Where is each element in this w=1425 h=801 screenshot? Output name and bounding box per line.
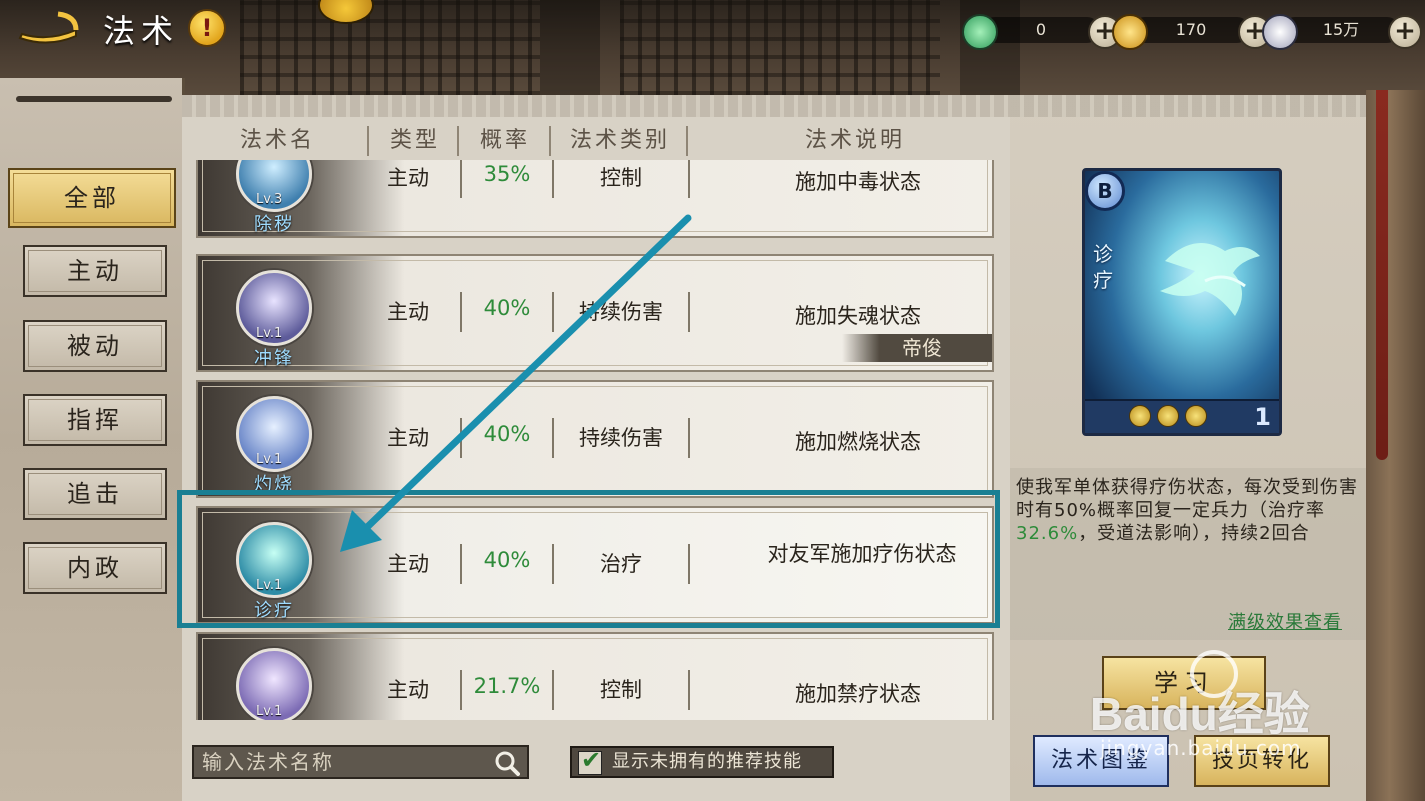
star-gem-icon — [1129, 405, 1151, 427]
pillar — [960, 0, 1020, 100]
pillar — [540, 0, 600, 100]
star-gem-icon — [1157, 405, 1179, 427]
column-header-category: 法术类别 — [570, 128, 671, 153]
back-button[interactable] — [18, 8, 80, 44]
description-text: 使我军单体获得疗伤状态，每次受到伤害时有50%概率回复一定兵力（治疗率 — [1016, 477, 1358, 521]
fret-border — [182, 95, 1010, 117]
cell-divider — [460, 292, 462, 332]
back-arrow-icon — [18, 11, 79, 44]
spell-type: 主动 — [387, 300, 429, 324]
spell-description: 施加中毒状态 — [795, 170, 921, 194]
spell-category: 持续伤害 — [579, 426, 663, 450]
spell-row[interactable]: Lv.1 冲锋 主动 40% 持续伤害 施加失魂状态 帝俊 — [196, 254, 994, 372]
spell-type: 主动 — [387, 166, 429, 190]
fret-border — [1010, 95, 1366, 117]
spell-rate: 21.7% — [473, 674, 541, 698]
silver-coin-icon — [1262, 14, 1298, 50]
header-divider — [457, 126, 459, 156]
cell-divider — [460, 160, 462, 198]
spell-type: 主动 — [387, 678, 429, 702]
spell-rate: 35% — [483, 162, 531, 186]
max-level-effect-link[interactable]: 满级效果查看 — [1228, 608, 1342, 634]
jade-coin-icon — [962, 14, 998, 50]
spell-description: 施加失魂状态 — [795, 304, 921, 328]
card-spell-name: 诊疗 — [1093, 242, 1113, 292]
search-icon[interactable] — [494, 750, 520, 776]
tab-command[interactable]: 指挥 — [23, 394, 167, 446]
spell-description: 施加燃烧状态 — [795, 430, 921, 454]
spell-rate: 40% — [483, 422, 531, 446]
cell-divider — [552, 292, 554, 332]
spell-name: 冲锋 — [254, 348, 294, 369]
resource-silver-value: 15万 — [1282, 17, 1400, 43]
checkbox-checked-icon[interactable] — [578, 746, 602, 775]
header-divider — [686, 126, 688, 156]
tab-all[interactable]: 全部 — [8, 168, 176, 228]
book-edge — [1366, 90, 1425, 801]
spell-type: 主动 — [387, 426, 429, 450]
spell-level: Lv.3 — [256, 192, 283, 207]
card-footer — [1085, 399, 1279, 433]
spell-rate: 40% — [483, 296, 531, 320]
spell-level: Lv.1 — [256, 326, 283, 341]
spell-name: 除秽 — [254, 214, 294, 235]
spell-row[interactable]: Lv.1 灼烧 主动 40% 持续伤害 施加燃烧状态 — [196, 380, 994, 498]
hero-tag: 帝俊 — [842, 334, 992, 362]
column-header-description: 法术说明 — [805, 128, 906, 153]
grade-badge: B — [1085, 171, 1125, 211]
lattice-window — [240, 0, 540, 95]
header-divider — [549, 126, 551, 156]
tab-passive[interactable]: 被动 — [23, 320, 167, 372]
cell-divider — [552, 160, 554, 198]
tab-active[interactable]: 主动 — [23, 245, 167, 297]
toggle-label: 显示未拥有的推荐技能 — [612, 751, 802, 772]
spell-row[interactable]: Lv.3 除秽 主动 35% 控制 施加中毒状态 — [196, 160, 994, 238]
spell-card: B 诊疗 1 — [1082, 168, 1282, 436]
tab-pursuit[interactable]: 追击 — [23, 468, 167, 520]
add-silver-button[interactable]: + — [1388, 15, 1422, 49]
description-text-tail: ，受道法影响），持续2回合 — [1078, 523, 1310, 544]
search-input[interactable]: 输入法术名称 — [192, 745, 529, 779]
scroll-rod — [16, 96, 172, 102]
column-header-name: 法术名 — [240, 128, 316, 153]
spell-category: 持续伤害 — [579, 300, 663, 324]
bookmark-ribbon — [1376, 90, 1388, 460]
card-count: 1 — [1254, 403, 1271, 431]
show-recommended-toggle[interactable]: 显示未拥有的推荐技能 — [570, 746, 834, 778]
page-convert-button[interactable]: 技页转化 — [1194, 735, 1330, 787]
cell-divider — [460, 670, 462, 710]
cell-divider — [460, 418, 462, 458]
lattice-window — [620, 0, 940, 95]
page-title: 法术 — [103, 12, 180, 50]
spell-list[interactable]: Lv.3 除秽 主动 35% 控制 施加中毒状态 Lv.1 冲锋 主动 40% … — [192, 160, 1004, 720]
spell-level: Lv.1 — [256, 452, 283, 467]
spell-level: Lv.1 — [256, 704, 283, 719]
spell-category: 控制 — [600, 166, 642, 190]
selection-highlight — [177, 490, 1000, 628]
column-header-type: 类型 — [390, 128, 441, 153]
spell-row[interactable]: Lv.1 主动 21.7% 控制 施加禁疗状态 — [196, 632, 994, 720]
header-divider — [367, 126, 369, 156]
cell-divider — [688, 160, 690, 198]
spell-detail-description: 使我军单体获得疗伤状态，每次受到伤害时有50%概率回复一定兵力（治疗率32.6%… — [1016, 476, 1360, 556]
cell-divider — [688, 670, 690, 710]
spell-atlas-button[interactable]: 法术图鉴 — [1033, 735, 1169, 787]
cell-divider — [552, 418, 554, 458]
copper-coin-icon — [1112, 14, 1148, 50]
spell-description: 施加禁疗状态 — [795, 682, 921, 706]
cell-divider — [552, 670, 554, 710]
cell-divider — [688, 292, 690, 332]
column-header-rate: 概率 — [480, 128, 531, 153]
phoenix-icon — [1160, 243, 1260, 316]
cell-divider — [688, 418, 690, 458]
alert-icon[interactable]: ! — [188, 9, 226, 47]
tab-internal[interactable]: 内政 — [23, 542, 167, 594]
resource-copper-value: 170 — [1132, 17, 1250, 43]
spell-category: 控制 — [600, 678, 642, 702]
learn-button[interactable]: 学习 — [1102, 656, 1266, 710]
resource-jade-value: 0 — [982, 17, 1100, 43]
star-gem-icon — [1185, 405, 1207, 427]
heal-rate-value: 32.6% — [1016, 523, 1079, 544]
